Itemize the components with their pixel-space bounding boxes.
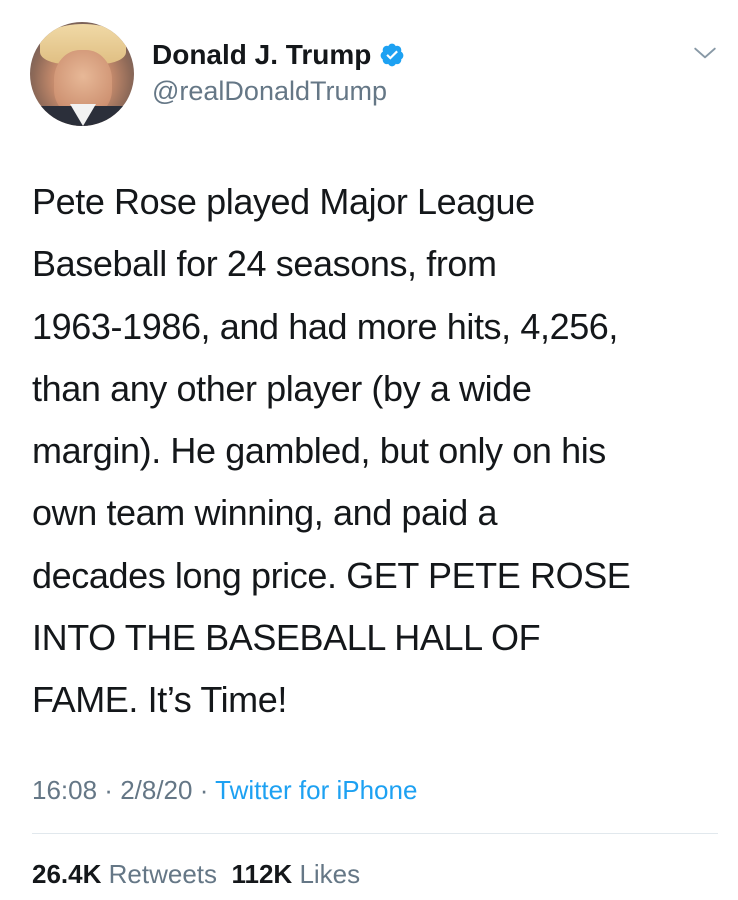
chevron-down-icon[interactable] [692,40,718,66]
divider [32,833,718,834]
avatar[interactable] [30,22,134,126]
retweets-count: 26.4K [32,859,102,889]
retweets-label: Retweets [108,859,218,889]
tweet-time[interactable]: 16:08 [32,775,97,805]
author-name-row[interactable]: Donald J. Trump [152,38,405,72]
meta-separator: · [97,775,121,805]
author-block[interactable]: Donald J. Trump @realDonaldTrump [152,38,405,108]
likes-stat[interactable]: 112K Likes [231,859,360,889]
retweets-stat[interactable]: 26.4K Retweets [32,859,217,889]
tweet-text: Pete Rose played Major League Baseball f… [32,181,631,721]
tweet-date[interactable]: 2/8/20 [120,775,192,805]
tweet-meta: 16:08 · 2/8/20 · Twitter for iPhone [32,770,417,810]
meta-separator: · [192,775,216,805]
likes-label: Likes [299,859,361,889]
user-handle[interactable]: @realDonaldTrump [152,74,405,108]
likes-count: 112K [231,859,293,889]
verified-badge-icon [380,43,404,67]
tweet-card: Donald J. Trump @realDonaldTrump Pete Ro… [0,0,738,900]
tweet-stats: 26.4K Retweets 112K Likes [32,854,360,894]
tweet-source-link[interactable]: Twitter for iPhone [215,775,417,805]
display-name[interactable]: Donald J. Trump [152,38,371,72]
